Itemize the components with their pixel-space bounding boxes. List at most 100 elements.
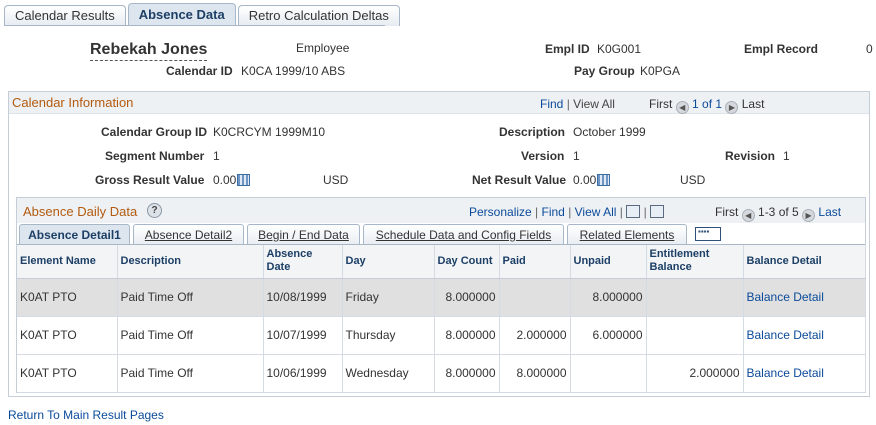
table-row[interactable]: K0AT PTO Paid Time Off 10/06/1999 Wednes… — [17, 354, 866, 393]
absence-date-cell: 10/07/1999 — [263, 316, 343, 355]
table-row[interactable]: K0AT PTO Paid Time Off 10/08/1999 Friday… — [17, 278, 866, 317]
return-to-main-result-pages-link[interactable]: Return To Main Result Pages — [8, 408, 164, 422]
help-icon[interactable]: ? — [147, 203, 162, 218]
balance-detail-link[interactable]: Balance Detail — [747, 366, 824, 380]
empl-record-label: Empl Record — [744, 42, 819, 56]
absence-date-cell: 10/08/1999 — [263, 278, 343, 317]
empl-id-label: Empl ID — [545, 42, 590, 56]
column-header[interactable]: Balance Detail — [743, 245, 866, 279]
paid-cell: 2.000000 — [499, 316, 571, 355]
day-cell: Friday — [342, 278, 435, 317]
element-name-cell: K0AT PTO — [17, 278, 118, 317]
day-cell: Wednesday — [342, 354, 435, 393]
pay-group-label: Pay Group — [574, 64, 635, 78]
table-row[interactable]: K0AT PTO Paid Time Off 10/07/1999 Thursd… — [17, 316, 866, 355]
segment-number-label: Segment Number — [105, 149, 205, 163]
spreadsheet-icon[interactable] — [650, 205, 665, 218]
day-count-cell: 8.000000 — [434, 354, 500, 393]
column-header[interactable]: Absence Date — [263, 245, 343, 279]
grid-previous-arrow-icon[interactable]: ◀ — [741, 209, 755, 222]
net-currency: USD — [680, 173, 706, 187]
gross-currency: USD — [323, 173, 349, 187]
subtab-schedule-data[interactable]: Schedule Data and Config Fields — [363, 224, 564, 245]
absence-daily-data-title: Absence Daily Data — [23, 204, 138, 219]
grid-first-label[interactable]: First — [715, 205, 738, 219]
calendar-group-id-value: K0CRCYM 1999M10 — [213, 125, 326, 139]
last-label[interactable]: Last — [742, 97, 765, 111]
absence-daily-data-grid: Absence Daily Data ? Personalize | Find … — [16, 197, 866, 393]
pay-group-value: K0PGA — [640, 64, 681, 78]
view-all-link[interactable]: View All — [573, 97, 615, 111]
column-header[interactable]: Day — [342, 245, 435, 279]
subtab-absence-detail1[interactable]: Absence Detail1 — [19, 224, 130, 245]
column-header[interactable]: Day Count — [434, 245, 500, 279]
description-cell: Paid Time Off — [117, 278, 264, 317]
subtab-related-elements[interactable]: Related Elements — [567, 224, 687, 245]
column-header[interactable]: Entitlement Balance — [646, 245, 744, 279]
calendar-id-label: Calendar ID — [166, 64, 233, 78]
grid-tools: Personalize | Find | View All | | — [469, 205, 665, 219]
calculator-icon[interactable] — [597, 174, 611, 186]
grid-view-all-link[interactable]: View All — [575, 205, 617, 219]
description-label: Description — [499, 125, 566, 139]
employee-type: Employee — [296, 41, 350, 55]
balance-detail-link[interactable]: Balance Detail — [747, 328, 824, 342]
revision-value: 1 — [783, 149, 790, 163]
unpaid-cell: 6.000000 — [570, 316, 647, 355]
calendar-information-title: Calendar Information — [12, 95, 134, 110]
segment-number-value: 1 — [213, 149, 220, 163]
subtab-absence-detail2[interactable]: Absence Detail2 — [133, 224, 244, 245]
element-name-cell: K0AT PTO — [17, 354, 118, 393]
unpaid-cell: 8.000000 — [570, 278, 647, 317]
version-label: Version — [521, 149, 565, 163]
employee-name[interactable]: Rebekah Jones — [90, 41, 208, 61]
calendar-information-header: Calendar Information Find | View All Fir… — [9, 92, 869, 114]
personalize-link[interactable]: Personalize — [469, 205, 532, 219]
calculator-icon[interactable] — [237, 174, 251, 186]
grid-find-link[interactable]: Find — [542, 205, 565, 219]
revision-label: Revision — [725, 149, 776, 163]
show-all-columns-icon[interactable] — [695, 227, 721, 241]
net-result-value: 0.00 — [573, 173, 611, 187]
column-header[interactable]: Description — [117, 245, 264, 279]
tab-retro-calculation-deltas[interactable]: Retro Calculation Deltas — [237, 5, 400, 26]
tab-divider — [4, 25, 385, 26]
version-value: 1 — [573, 149, 580, 163]
find-link[interactable]: Find — [540, 97, 563, 111]
description-cell: Paid Time Off — [117, 354, 264, 393]
subtab-begin-end-data[interactable]: Begin / End Data — [247, 224, 360, 245]
new-window-icon[interactable] — [626, 205, 641, 218]
grid-last-link[interactable]: Last — [818, 205, 841, 219]
calendar-id-value: K0CA 1999/10 ABS — [241, 64, 346, 78]
grid-next-arrow-icon[interactable]: ▶ — [802, 209, 816, 222]
entitlement-balance-cell — [646, 278, 744, 317]
calendar-nav: Find | View All — [540, 97, 615, 111]
day-count-cell: 8.000000 — [434, 278, 500, 317]
empl-record-value: 0 — [866, 42, 873, 56]
net-result-label: Net Result Value — [472, 173, 567, 187]
next-arrow-icon[interactable]: ▶ — [725, 101, 739, 114]
tab-absence-data[interactable]: Absence Data — [127, 3, 236, 26]
balance-detail-cell: Balance Detail — [743, 354, 866, 393]
element-name-cell: K0AT PTO — [17, 316, 118, 355]
first-label[interactable]: First — [649, 97, 672, 111]
column-header[interactable]: Unpaid — [570, 245, 647, 279]
empl-id-value: K0G001 — [597, 42, 642, 56]
day-count-cell: 8.000000 — [434, 316, 500, 355]
balance-detail-cell: Balance Detail — [743, 316, 866, 355]
paid-cell — [499, 278, 571, 317]
description-cell: Paid Time Off — [117, 316, 264, 355]
column-header[interactable]: Paid — [499, 245, 571, 279]
gross-result-label: Gross Result Value — [95, 173, 205, 187]
row-range: 1 of 1 — [692, 97, 723, 111]
page-tabs: Calendar Results Absence Data Retro Calc… — [4, 3, 402, 26]
column-header[interactable]: Element Name — [17, 245, 118, 279]
absence-subtabs: Absence Detail1 Absence Detail2 Begin / … — [17, 224, 865, 245]
previous-arrow-icon[interactable]: ◀ — [675, 101, 689, 114]
tab-calendar-results[interactable]: Calendar Results — [4, 5, 126, 26]
description-value: October 1999 — [573, 125, 646, 139]
grid-paging: First ◀ 1-3 of 5 ▶ Last — [715, 205, 841, 222]
balance-detail-link[interactable]: Balance Detail — [747, 290, 824, 304]
balance-detail-cell: Balance Detail — [743, 278, 866, 317]
separator: | — [566, 97, 570, 111]
